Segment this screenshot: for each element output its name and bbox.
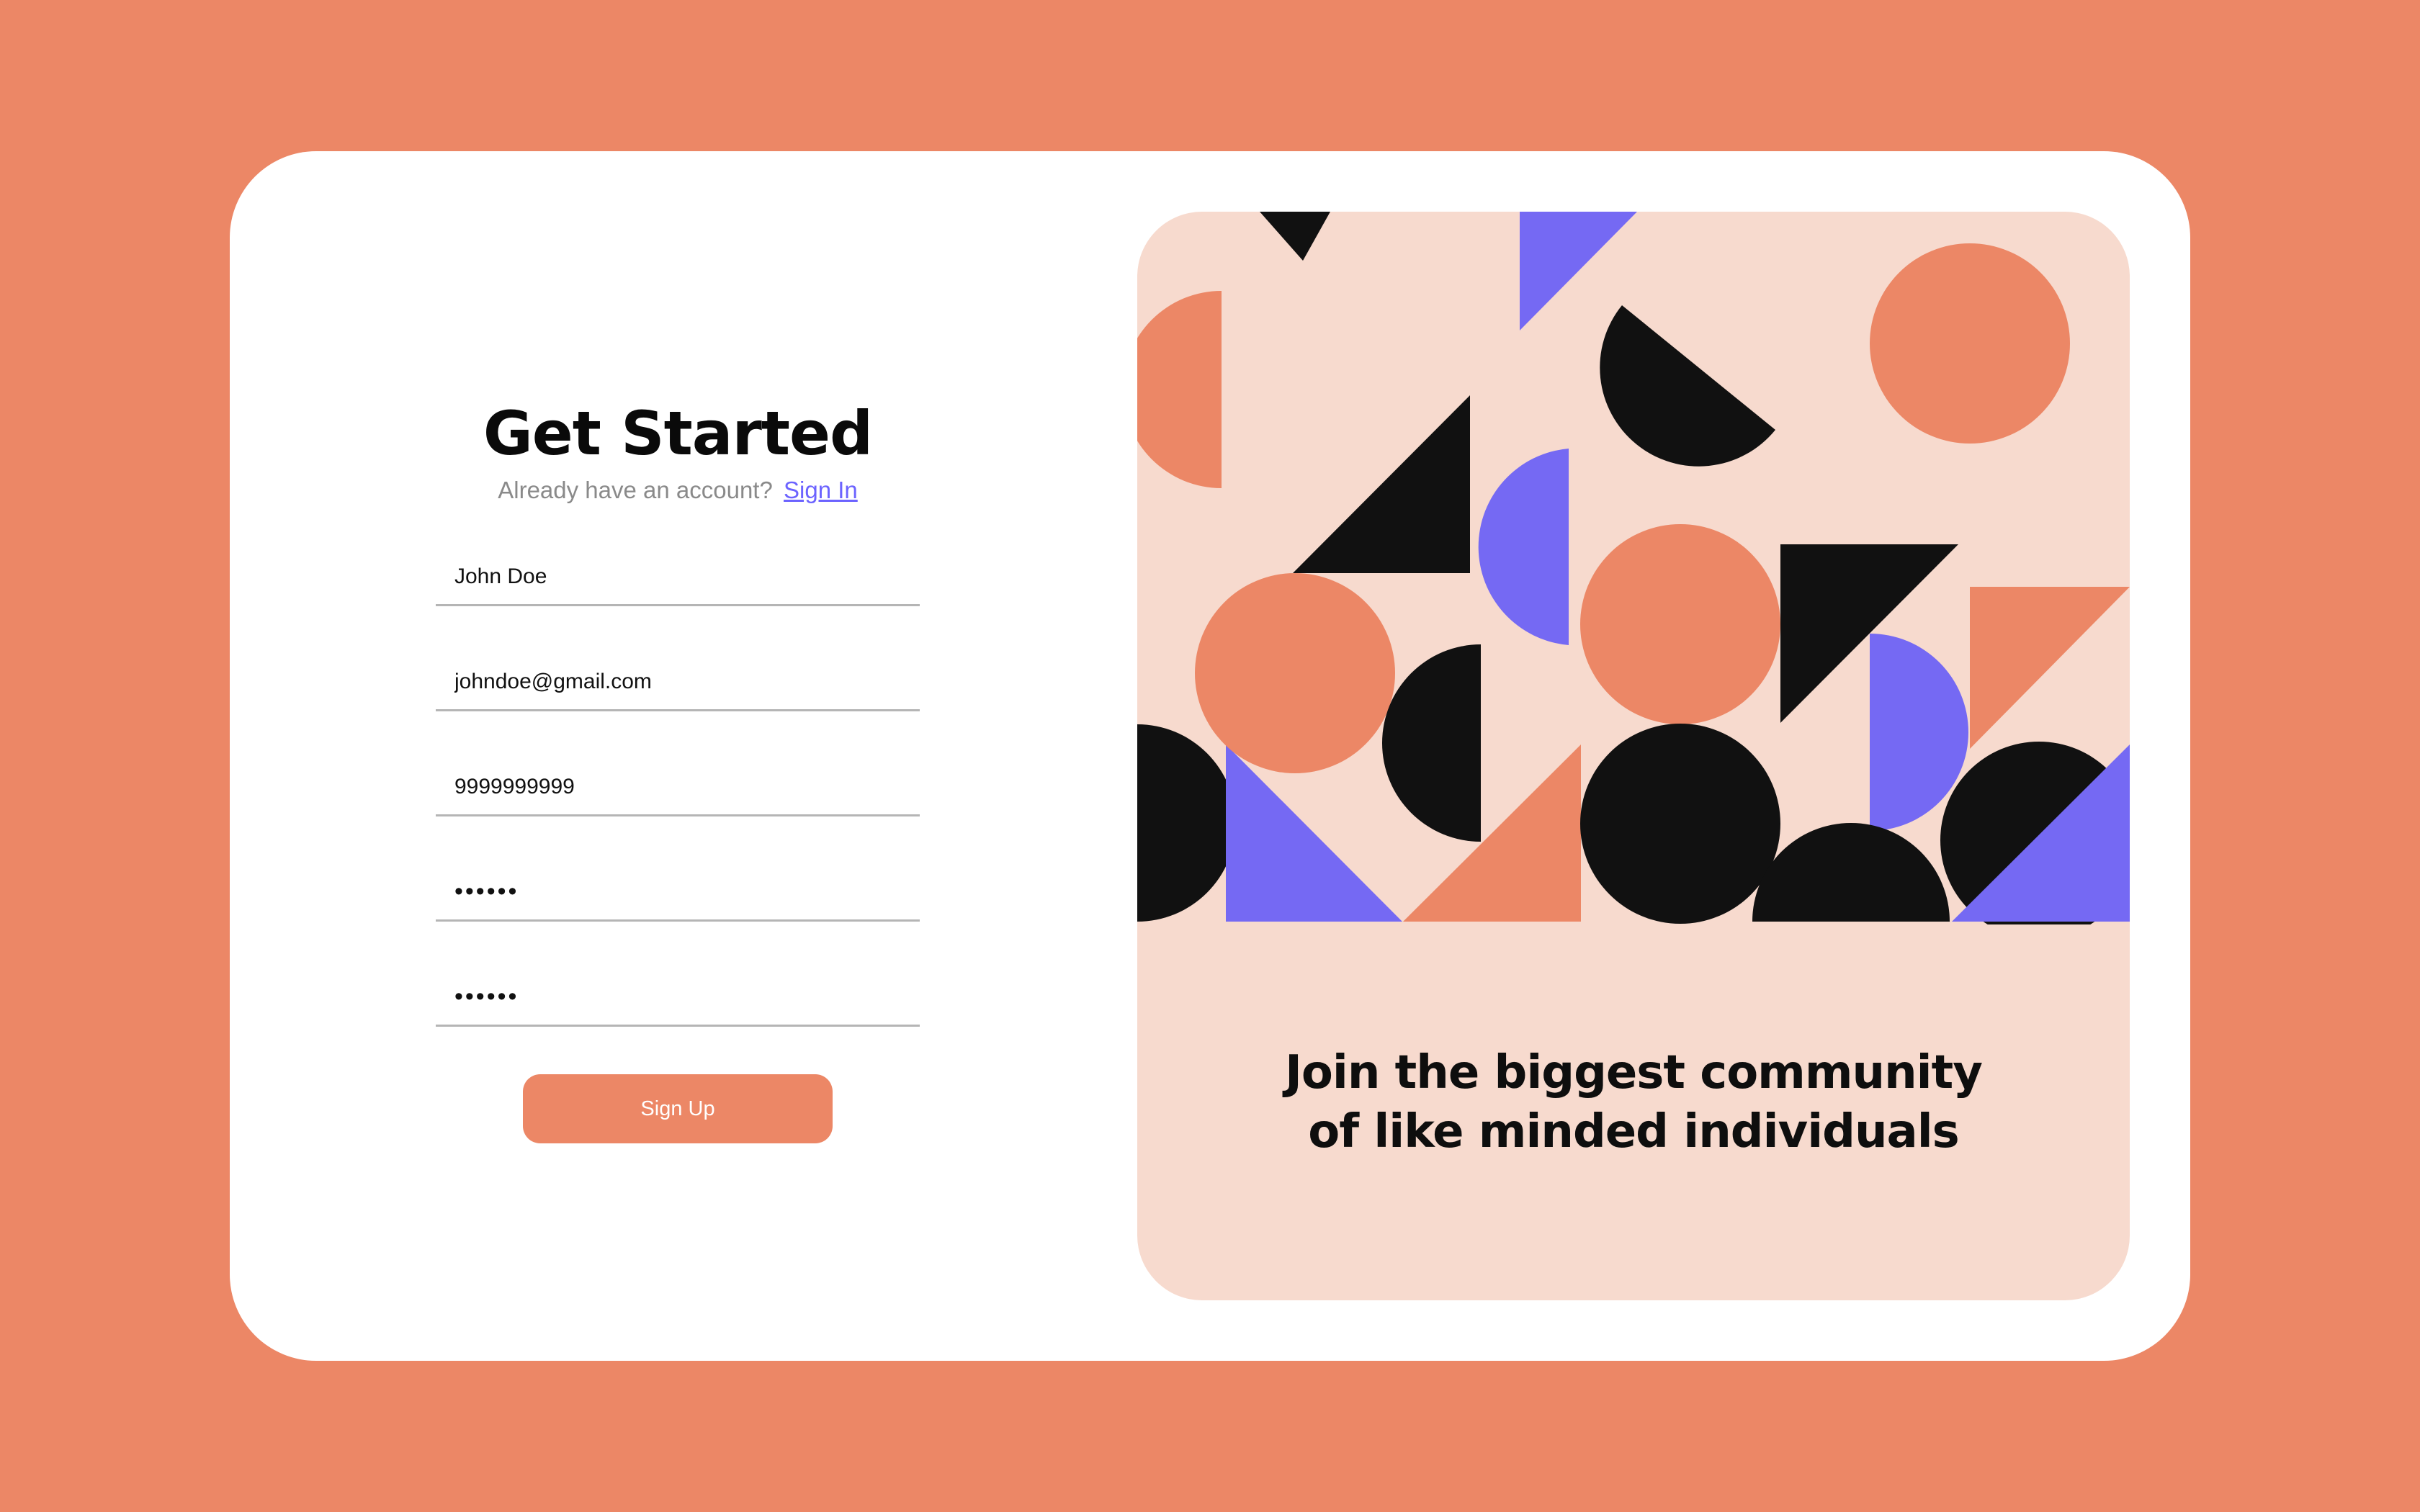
email-input[interactable] [436, 654, 920, 711]
tagline-line-1: Join the biggest community [1285, 1046, 1983, 1099]
promo-panel: Join the biggest community of like minde… [1137, 212, 2130, 1300]
sign-in-link[interactable]: Sign In [784, 477, 858, 503]
signin-prompt-text: Already have an account? [498, 477, 773, 503]
left-orange-half-circle [1137, 291, 1222, 488]
geometric-pattern-illustration [1137, 212, 2130, 924]
black-half-circle-middle [1382, 644, 1481, 842]
tagline-line-2: of like minded individuals [1308, 1105, 1959, 1158]
top-black-wedge [1260, 212, 1330, 261]
signup-card: Get Started Already have an account? Sig… [230, 151, 2190, 1361]
form-fields [436, 549, 920, 1027]
black-triangle-left [1293, 395, 1470, 573]
password-input[interactable] [436, 864, 920, 922]
orange-triangle-right [1970, 587, 2130, 749]
orange-circle-center [1580, 524, 1780, 724]
purple-half-circle [1478, 449, 1569, 645]
black-half-circle-bottom [1752, 823, 1950, 922]
signup-form: Get Started Already have an account? Sig… [436, 403, 920, 1143]
black-circle-bottom [1580, 724, 1780, 924]
promo-tagline: Join the biggest community of like minde… [1137, 1043, 2130, 1161]
confirm-password-input[interactable] [436, 969, 920, 1027]
full-name-input[interactable] [436, 549, 920, 606]
phone-input[interactable] [436, 759, 920, 816]
orange-circle-left [1195, 573, 1395, 773]
black-half-circle-top [1600, 305, 1775, 467]
signin-prompt: Already have an account? Sign In [436, 477, 920, 504]
page-title: Get Started [483, 398, 873, 469]
orange-circle-top-right [1870, 243, 2070, 444]
sign-up-button[interactable]: Sign Up [523, 1074, 833, 1143]
black-half-circle-left-edge [1137, 724, 1236, 922]
